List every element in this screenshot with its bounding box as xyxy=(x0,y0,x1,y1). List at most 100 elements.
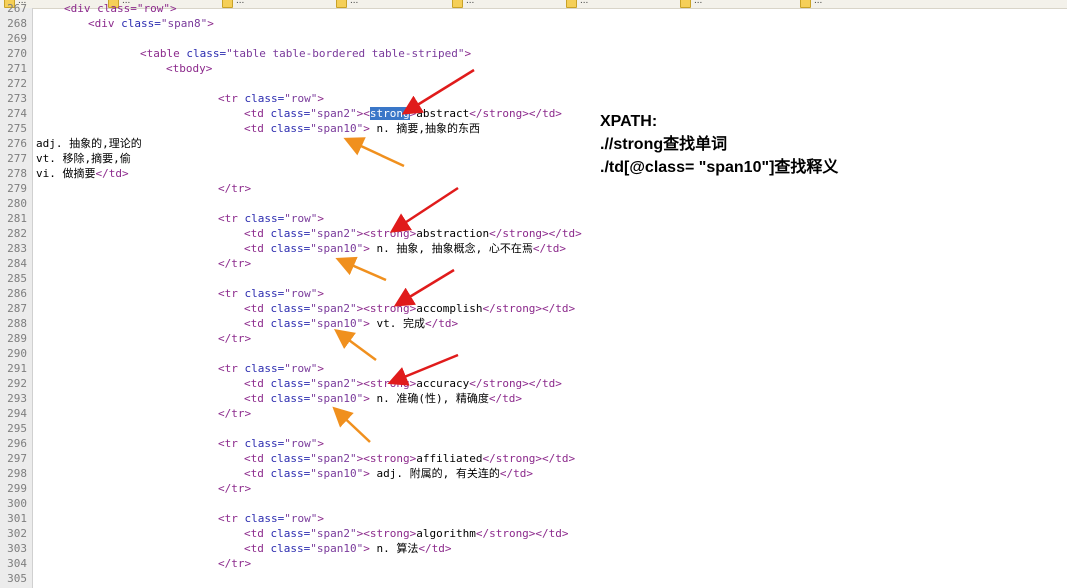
code-line[interactable]: vt. 移除,摘要,偷 xyxy=(36,151,131,166)
code-token: </strong></td> xyxy=(482,302,576,315)
code-line[interactable]: <tr class="row"> xyxy=(218,511,324,526)
code-line[interactable]: </tr> xyxy=(218,406,251,421)
code-line[interactable]: <td class="span10"> vt. 完成</td> xyxy=(244,316,458,331)
code-line[interactable]: <td class="span10"> n. 算法</td> xyxy=(244,541,451,556)
code-token: <td xyxy=(244,302,271,315)
line-number: 288 xyxy=(7,317,27,330)
line-number: 285 xyxy=(7,272,27,285)
code-token: "span10" xyxy=(310,542,364,555)
code-token: </td> xyxy=(499,467,533,480)
line-number: 291 xyxy=(7,362,27,375)
code-token: <tr xyxy=(218,92,245,105)
code-token: </strong></td> xyxy=(469,377,562,390)
code-token: "row" xyxy=(284,92,318,105)
code-token: </tr> xyxy=(218,182,252,195)
code-line[interactable]: <td class="span2"><strong>accuracy</stro… xyxy=(244,376,562,391)
code-token: class= xyxy=(270,452,311,465)
line-number: 290 xyxy=(7,347,27,360)
code-token: > xyxy=(363,467,370,480)
code-line[interactable]: <tr class="row"> xyxy=(218,361,324,376)
code-token: </strong></td> xyxy=(482,452,576,465)
code-line[interactable]: <td class="span2"><strong>algorithm</str… xyxy=(244,526,569,541)
code-token: "span10" xyxy=(310,392,364,405)
code-line[interactable]: <tr class="row"> xyxy=(218,286,324,301)
code-line[interactable]: <td class="span10"> n. 摘要,抽象的东西 xyxy=(244,121,480,136)
code-line[interactable]: <td class="span10"> adj. 附属的, 有关连的</td> xyxy=(244,466,533,481)
code-token: class= xyxy=(270,122,311,135)
code-token: "span2" xyxy=(310,377,357,390)
code-token: class= xyxy=(270,467,311,480)
line-number: 303 xyxy=(7,542,27,555)
line-number: 293 xyxy=(7,392,27,405)
line-number: 295 xyxy=(7,422,27,435)
code-token: class= xyxy=(270,302,311,315)
code-token: class= xyxy=(270,377,311,390)
code-token: </tr> xyxy=(218,407,252,420)
code-token: > xyxy=(363,122,370,135)
code-line[interactable]: <table class="table table-bordered table… xyxy=(140,46,471,61)
code-line[interactable]: </tr> xyxy=(218,181,251,196)
code-line[interactable]: <div class="row"> xyxy=(64,1,177,16)
line-number: 286 xyxy=(7,287,27,300)
line-number: 298 xyxy=(7,467,27,480)
line-number: 302 xyxy=(7,527,27,540)
code-line[interactable]: <td class="span2"><strong>abstraction</s… xyxy=(244,226,582,241)
code-line[interactable]: <div class="span8"> xyxy=(88,16,214,31)
code-line[interactable]: vi. 做摘要</td> xyxy=(36,166,129,181)
code-token: n. 准确(性), 精确度 xyxy=(369,392,489,405)
code-token: class= xyxy=(244,512,285,525)
code-token: <td xyxy=(244,452,271,465)
code-token: >< xyxy=(356,107,370,120)
code-line[interactable]: </tr> xyxy=(218,556,251,571)
code-line[interactable]: <tr class="row"> xyxy=(218,436,324,451)
code-token: accuracy xyxy=(416,377,470,390)
code-token: > xyxy=(464,47,472,60)
code-token: "span10" xyxy=(310,467,364,480)
line-number: 282 xyxy=(7,227,27,240)
code-token: </td> xyxy=(488,392,522,405)
code-line[interactable]: <td class="span10"> n. 抽象, 抽象概念, 心不在焉</t… xyxy=(244,241,566,256)
bookmark-label: ... xyxy=(694,0,703,6)
code-token: > xyxy=(317,287,324,300)
code-token: "span8" xyxy=(160,17,208,30)
line-number: 272 xyxy=(7,77,27,90)
code-token: <tr xyxy=(218,287,245,300)
line-number: 277 xyxy=(7,152,27,165)
code-line[interactable]: <td class="span10"> n. 准确(性), 精确度</td> xyxy=(244,391,522,406)
code-token: "span2" xyxy=(310,527,357,540)
line-number: 274 xyxy=(7,107,27,120)
code-token: > xyxy=(363,542,370,555)
code-token: <td xyxy=(244,227,271,240)
code-line[interactable]: <td class="span2"><strong>abstract</stro… xyxy=(244,106,562,121)
line-number: 276 xyxy=(7,137,27,150)
code-line[interactable]: </tr> xyxy=(218,256,251,271)
code-line[interactable]: <td class="span2"><strong>accomplish</st… xyxy=(244,301,575,316)
code-line[interactable]: </tr> xyxy=(218,331,251,346)
line-number: 299 xyxy=(7,482,27,495)
line-number-gutter: 267 268 269 270 271 272 273 274 275 276 277 278 279 2… xyxy=(0,2,33,588)
code-token: <div xyxy=(88,17,122,30)
code-token: n. 摘要,抽象的东西 xyxy=(369,122,480,135)
line-number: 284 xyxy=(7,257,27,270)
code-line[interactable]: </tr> xyxy=(218,481,251,496)
code-token: "table table-bordered table-striped" xyxy=(226,47,465,60)
code-token: <td xyxy=(244,122,271,135)
code-line[interactable]: <tr class="row"> xyxy=(218,91,324,106)
code-token: class= xyxy=(270,227,311,240)
code-line[interactable]: <tr class="row"> xyxy=(218,211,324,226)
line-number: 294 xyxy=(7,407,27,420)
code-token: </td> xyxy=(424,317,459,330)
code-editor[interactable]: <div class="row"> <div class="span8"> <tab… xyxy=(36,2,1066,588)
code-token: <td xyxy=(244,107,271,120)
code-token: class= xyxy=(244,437,285,450)
code-token: <td xyxy=(244,467,271,480)
bookmark-label: ... xyxy=(814,0,823,6)
annotation-line-2: ./td[@class= "span10"]查找释义 xyxy=(600,159,839,176)
code-line[interactable]: <tbody> xyxy=(166,61,212,76)
code-line[interactable]: adj. 抽象的,理论的 xyxy=(36,136,142,151)
code-token: class= xyxy=(244,362,285,375)
code-token: </tr> xyxy=(218,482,252,495)
code-token: vi. 做摘要 xyxy=(36,167,96,180)
code-token: ><strong> xyxy=(356,377,417,390)
code-line[interactable]: <td class="span2"><strong>affiliated</st… xyxy=(244,451,575,466)
